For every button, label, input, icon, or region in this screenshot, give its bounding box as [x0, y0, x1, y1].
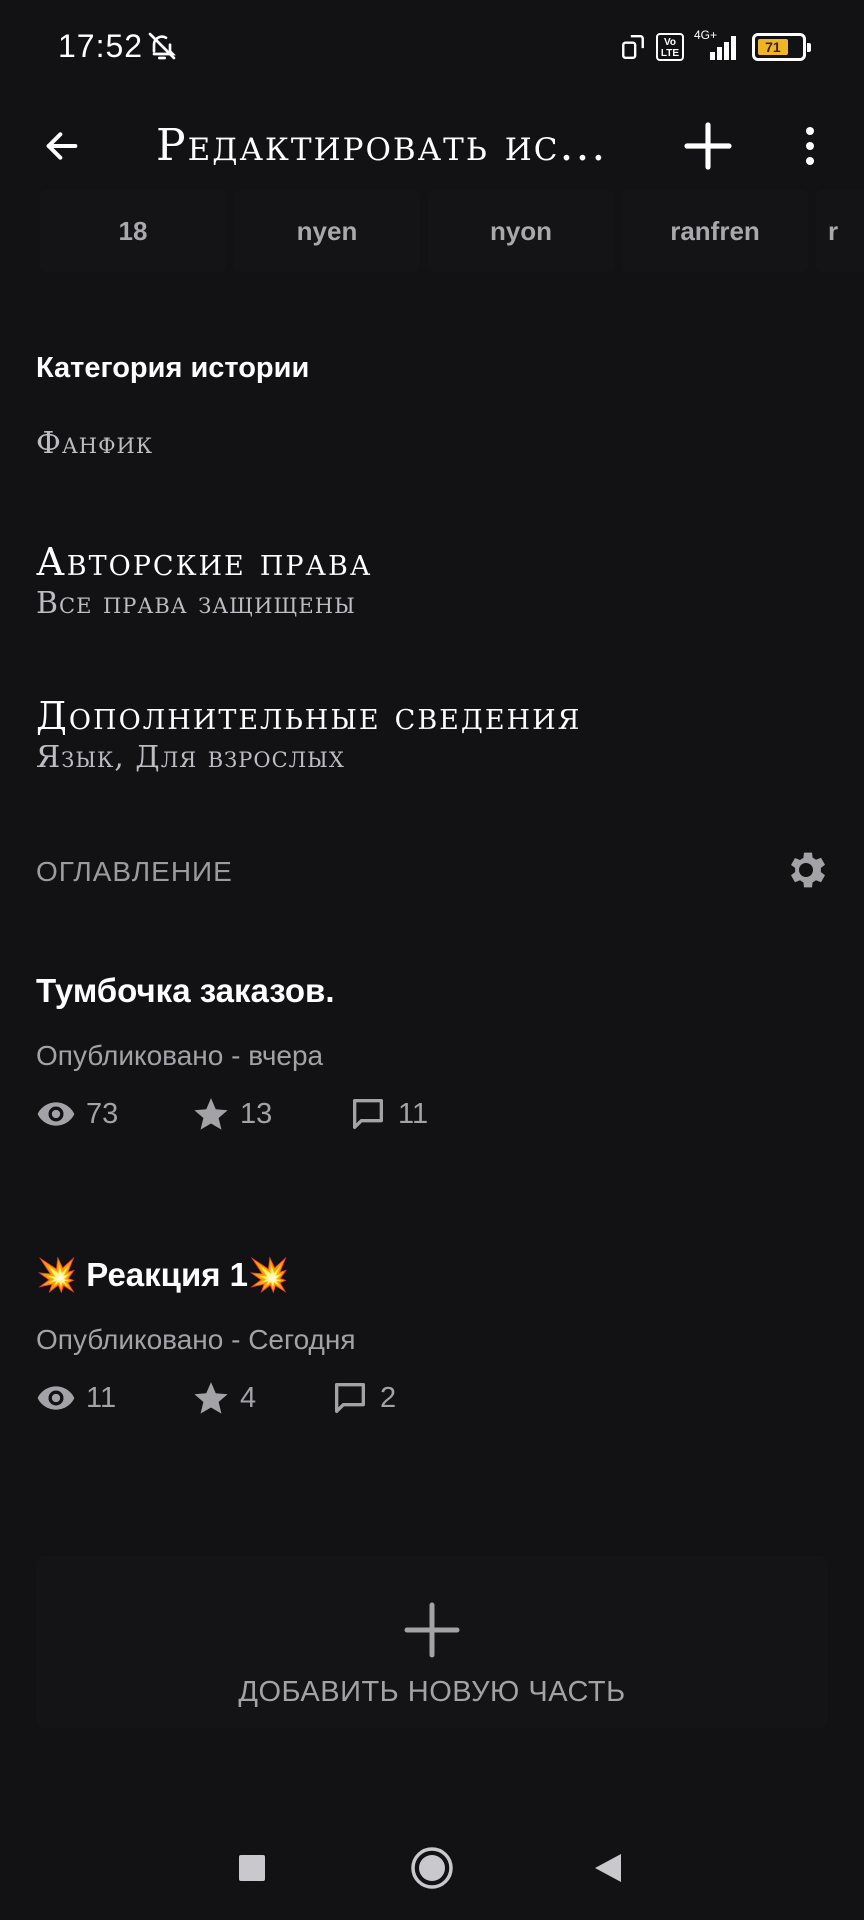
toc-heading: ОГЛАВЛЕНИЕ [36, 856, 233, 887]
additional-info-value: Язык, Для взрослых [36, 740, 345, 775]
plus-icon [404, 1602, 460, 1658]
eye-icon [37, 1386, 75, 1410]
add-new-part-label: ДОБАВИТЬ НОВУЮ ЧАСТЬ [238, 1676, 626, 1708]
additional-info-heading: Дополнительные сведения [36, 694, 582, 738]
story-edit-screen: 17:52 Vo LTE 4G+ 71 Редактировать ис... … [0, 0, 864, 1920]
clock: 17:52 [58, 28, 144, 64]
screen-rotate-icon [622, 34, 644, 60]
tag-chip[interactable]: 18 [40, 190, 226, 272]
recent-apps-button[interactable] [220, 1836, 284, 1900]
plus-icon [684, 122, 732, 170]
views-count: 73 [86, 1097, 119, 1130]
signal-icon: 4G+ [694, 28, 742, 62]
category-value[interactable]: Фанфик [36, 426, 153, 461]
system-back-button[interactable] [576, 1836, 640, 1900]
gear-icon[interactable] [782, 846, 830, 894]
bell-off-icon [148, 32, 176, 60]
star-icon [194, 1382, 228, 1414]
more-vertical-icon [806, 127, 814, 165]
views-count: 11 [86, 1381, 117, 1414]
comment-icon [335, 1383, 365, 1413]
chapter-stats: 11 4 2 [36, 1376, 396, 1420]
back-button[interactable] [30, 114, 94, 178]
votes-count: 4 [240, 1381, 257, 1414]
chapter-title: Тумбочка заказов. [36, 972, 335, 1009]
page-title: Редактировать ис... [156, 120, 608, 171]
chapter-published: Опубликовано - Сегодня [36, 1324, 356, 1355]
status-icons: Vo LTE 4G+ 71 [620, 28, 811, 64]
recent-apps-square-icon [239, 1855, 265, 1881]
tag-chip[interactable]: ranfren [622, 190, 808, 272]
add-button[interactable] [672, 110, 744, 182]
votes-stat: 13 [192, 1095, 348, 1133]
comments-count: 2 [380, 1381, 397, 1414]
tag-chip[interactable]: nyen [234, 190, 420, 272]
comments-stat: 11 [348, 1094, 428, 1134]
category-label: Категория истории [36, 352, 310, 384]
system-nav-bar [0, 1820, 864, 1920]
chapter-published: Опубликовано - вчера [36, 1040, 324, 1071]
chapter-title: 💥 Реакция 1💥 [36, 1256, 290, 1293]
home-button[interactable] [400, 1836, 464, 1900]
chapter-stats: 73 13 11 [36, 1092, 428, 1136]
battery-level: 71 [758, 39, 788, 55]
votes-stat: 4 [192, 1379, 330, 1417]
comments-count: 11 [398, 1097, 429, 1130]
tag-chip[interactable]: nyon [428, 190, 614, 272]
copyright-heading: Авторские права [36, 540, 373, 584]
comment-icon [353, 1099, 383, 1129]
copyright-value: Все права защищены [36, 586, 356, 621]
views-stat: 73 [36, 1094, 192, 1134]
volte-icon: Vo LTE [656, 33, 684, 61]
more-options-button[interactable] [778, 114, 842, 178]
tag-chip[interactable]: r [816, 190, 864, 272]
comments-stat: 2 [330, 1378, 396, 1418]
back-arrow-icon [46, 132, 78, 160]
battery-icon: 71 [752, 33, 811, 61]
back-triangle-icon [595, 1854, 621, 1882]
home-circle-icon [411, 1847, 453, 1889]
views-stat: 11 [36, 1378, 192, 1418]
status-bar: 17:52 Vo LTE 4G+ 71 [0, 0, 864, 96]
votes-count: 13 [240, 1097, 273, 1130]
star-icon [194, 1098, 228, 1130]
add-new-part-button[interactable]: ДОБАВИТЬ НОВУЮ ЧАСТЬ [36, 1556, 828, 1728]
eye-icon [37, 1102, 75, 1126]
tags-list: 18 nyen nyon ranfren r [40, 190, 864, 272]
